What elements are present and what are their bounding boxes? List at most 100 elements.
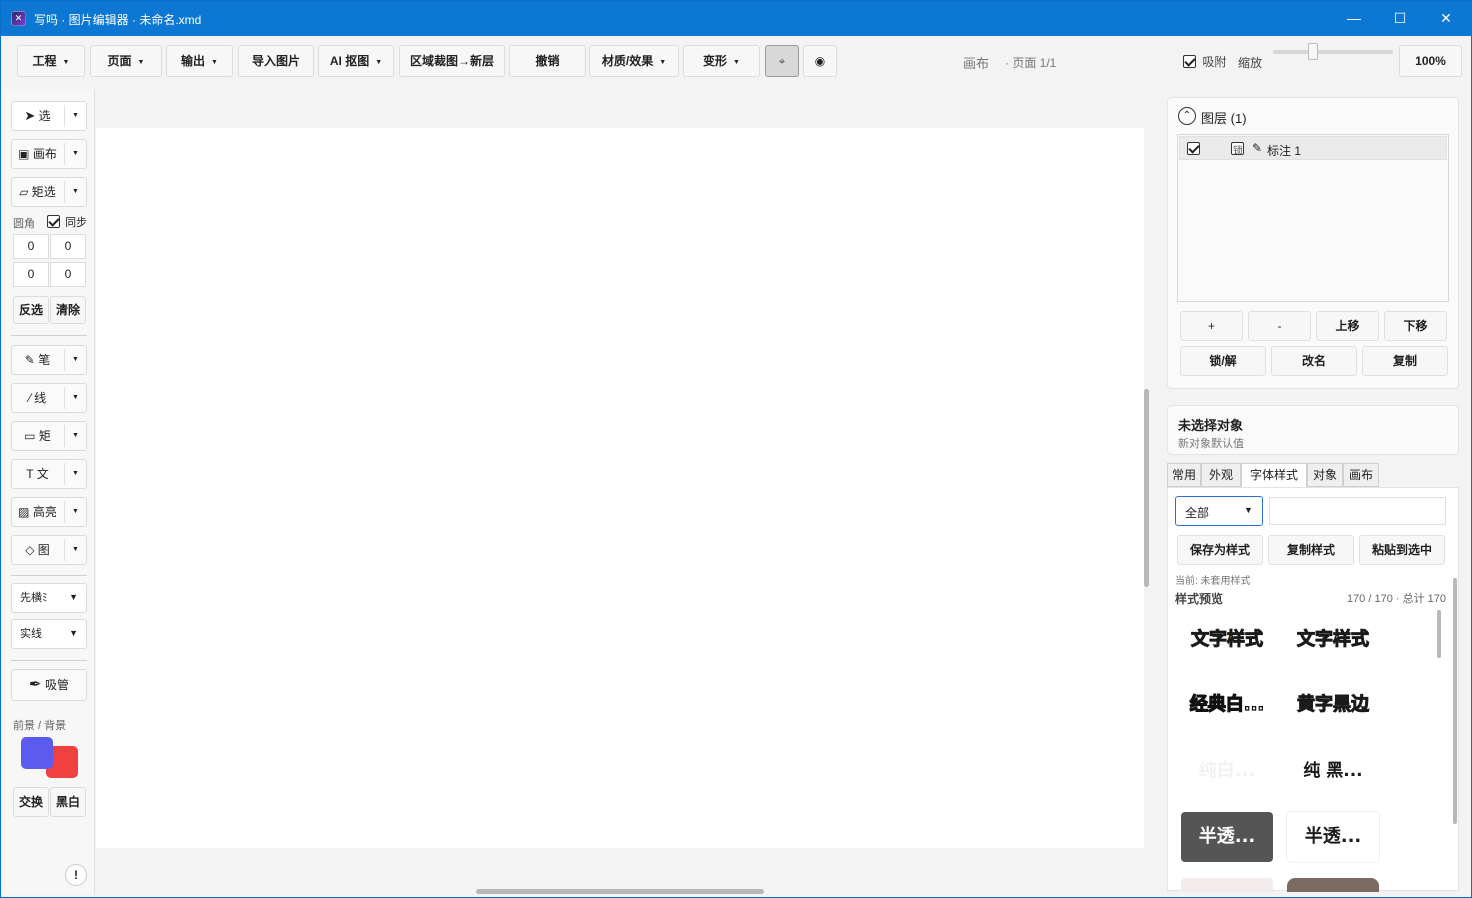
style-preview-item[interactable]: 文字样式 xyxy=(1181,615,1273,665)
panel-scrollbar[interactable] xyxy=(1453,578,1457,824)
select-tool[interactable]: ➤ 选 ▼ xyxy=(11,101,87,131)
current-style-text: 当前: 未套用样式 xyxy=(1175,576,1251,587)
clear-selection-button[interactable]: 清除 xyxy=(50,296,86,324)
lock-unlock-button[interactable]: 锁/解 xyxy=(1180,346,1266,376)
rect-tool[interactable]: ▭ 矩 ▼ xyxy=(11,421,87,451)
tab-common[interactable]: 常用 xyxy=(1167,463,1201,487)
style-preview-item[interactable]: 经典白... xyxy=(1181,680,1273,730)
duplicate-layer-button[interactable]: 复制 xyxy=(1362,346,1448,376)
tab-object[interactable]: 对象 xyxy=(1307,463,1343,487)
canvas-workspace[interactable] xyxy=(96,89,1154,895)
chevron-down-icon: ▼ xyxy=(733,59,740,66)
add-layer-button[interactable]: + xyxy=(1180,311,1243,341)
rect-select-dropdown[interactable]: ▼ xyxy=(64,181,86,203)
highlight-tool[interactable]: ▨ 高亮 ▼ xyxy=(11,497,87,527)
line-tool-dropdown[interactable]: ▼ xyxy=(64,387,86,409)
swap-colors-button[interactable]: 交换 xyxy=(13,787,49,817)
copy-style-button[interactable]: 复制样式 xyxy=(1268,535,1354,565)
style-preview-item[interactable]: 纯白... xyxy=(1181,746,1273,796)
line-style-select[interactable]: 实线 ▼ xyxy=(11,619,87,649)
invert-selection-button[interactable]: 反选 xyxy=(13,296,49,324)
zoom-slider[interactable] xyxy=(1273,43,1393,60)
style-preview-item[interactable]: 黄字黑边 xyxy=(1287,680,1379,730)
rect-select-tool[interactable]: ▱ 矩选 ▼ xyxy=(11,177,87,207)
paste-style-button[interactable]: 粘贴到选中 xyxy=(1359,535,1445,565)
rect-tool-dropdown[interactable]: ▼ xyxy=(64,425,86,447)
import-image-button[interactable]: 导入图片 xyxy=(238,45,314,77)
line-tool[interactable]: ⁄ 线 ▼ xyxy=(11,383,87,413)
sync-toggle[interactable]: 同步 xyxy=(47,214,87,230)
layers-title: 图层 (1) xyxy=(1201,111,1247,126)
style-preview-item[interactable]: 半透... xyxy=(1181,812,1273,862)
style-search-input[interactable] xyxy=(1269,497,1446,525)
chevron-down-icon: ▼ xyxy=(211,59,218,66)
window-title: 写吗 · 图片编辑器 · 未命名.xmd xyxy=(34,13,202,27)
text-icon: T xyxy=(26,467,34,481)
rename-layer-button[interactable]: 改名 xyxy=(1271,346,1357,376)
material-effects-button[interactable]: 材质/效果 ▼ xyxy=(589,45,679,77)
canvas-icon: ▣ xyxy=(18,147,30,161)
crop-to-layer-button[interactable]: 区域裁图→新层 xyxy=(399,45,505,77)
undo-button[interactable]: 撤销 xyxy=(509,45,586,77)
collapse-up-icon[interactable]: ⌃ xyxy=(1178,107,1196,125)
text-tool-dropdown[interactable]: ▼ xyxy=(64,463,86,485)
foreground-color-swatch[interactable] xyxy=(21,737,53,769)
layer-row[interactable]: 锁 ✎ 标注 1 xyxy=(1179,136,1447,160)
vertical-scrollbar[interactable] xyxy=(1144,389,1149,587)
snap-checkbox[interactable] xyxy=(1183,55,1196,68)
remove-layer-button[interactable]: - xyxy=(1248,311,1311,341)
chevron-down-icon: ▼ xyxy=(375,59,383,66)
corner-top-left-input[interactable]: 0 xyxy=(13,234,49,259)
zoom-slider-thumb[interactable] xyxy=(1308,43,1318,60)
move-layer-down-button[interactable]: 下移 xyxy=(1384,311,1447,341)
minimize-button[interactable]: — xyxy=(1331,1,1377,36)
canvas-tool-dropdown[interactable]: ▼ xyxy=(64,143,86,165)
highlight-tool-dropdown[interactable]: ▼ xyxy=(64,501,86,523)
divider xyxy=(11,335,87,336)
transform-button[interactable]: 变形 ▼ xyxy=(683,45,760,77)
tab-font-style[interactable]: 字体样式 xyxy=(1241,463,1307,488)
canvas-tool[interactable]: ▣ 画布 ▼ xyxy=(11,139,87,169)
output-menu-button[interactable]: 输出 ▼ xyxy=(166,45,233,77)
image-tool[interactable]: ◇ 图 ▼ xyxy=(11,535,87,565)
style-preview-item[interactable]: 半透... xyxy=(1287,812,1379,862)
text-tool[interactable]: T 文 ▼ xyxy=(11,459,87,489)
eyedropper-tool[interactable]: ✒ 吸管 xyxy=(11,669,87,701)
snap-toggle[interactable]: 吸附 xyxy=(1183,53,1226,70)
preview-scrollbar[interactable] xyxy=(1437,610,1441,658)
title-bar: ✕ 写吗 · 图片编辑器 · 未命名.xmd — ☐ ✕ xyxy=(1,1,1472,36)
style-preview-item-partial xyxy=(1181,878,1273,892)
tab-canvas[interactable]: 画布 xyxy=(1343,463,1379,487)
save-as-style-button[interactable]: 保存为样式 xyxy=(1177,535,1263,565)
crosshair-mode-icon[interactable]: ⌖ xyxy=(765,45,799,77)
tab-appearance[interactable]: 外观 xyxy=(1201,463,1241,487)
draw-mode-select[interactable]: 先横ﾐ ▼ xyxy=(11,583,87,613)
project-menu-button[interactable]: 工程 ▼ xyxy=(17,45,85,77)
corner-bottom-right-input[interactable]: 0 xyxy=(50,262,86,287)
black-white-button[interactable]: 黑白 xyxy=(50,787,86,817)
target-mode-icon[interactable]: ◉ xyxy=(803,45,837,77)
style-preview-count: 170 / 170 · 总计 170 xyxy=(1346,593,1446,605)
corner-bottom-left-input[interactable]: 0 xyxy=(13,262,49,287)
sync-checkbox[interactable] xyxy=(47,215,60,228)
horizontal-scrollbar[interactable] xyxy=(476,889,764,894)
style-filter-select[interactable]: 全部 ▼ xyxy=(1175,496,1263,526)
zoom-value-button[interactable]: 100% xyxy=(1399,45,1462,77)
info-icon[interactable]: ! xyxy=(65,864,87,886)
layer-visible-checkbox[interactable] xyxy=(1187,142,1200,155)
move-layer-up-button[interactable]: 上移 xyxy=(1316,311,1379,341)
corner-top-right-input[interactable]: 0 xyxy=(50,234,86,259)
style-preview-item[interactable]: 文字样式 xyxy=(1287,615,1379,665)
hatch-icon: ▨ xyxy=(18,505,30,519)
chevron-down-icon: ▼ xyxy=(69,592,78,602)
image-tool-dropdown[interactable]: ▼ xyxy=(64,539,86,561)
ai-cutout-button[interactable]: AI 抠图 ▼ xyxy=(318,45,394,77)
maximize-button[interactable]: ☐ xyxy=(1377,1,1423,36)
pen-tool[interactable]: ✎ 笔 ▼ xyxy=(11,345,87,375)
drawing-canvas[interactable] xyxy=(96,128,1144,848)
pen-tool-dropdown[interactable]: ▼ xyxy=(64,349,86,371)
style-preview-item[interactable]: 纯 黑... xyxy=(1287,746,1379,796)
select-tool-dropdown[interactable]: ▼ xyxy=(64,105,86,127)
page-menu-button[interactable]: 页面 ▼ xyxy=(90,45,162,77)
close-button[interactable]: ✕ xyxy=(1423,1,1469,36)
